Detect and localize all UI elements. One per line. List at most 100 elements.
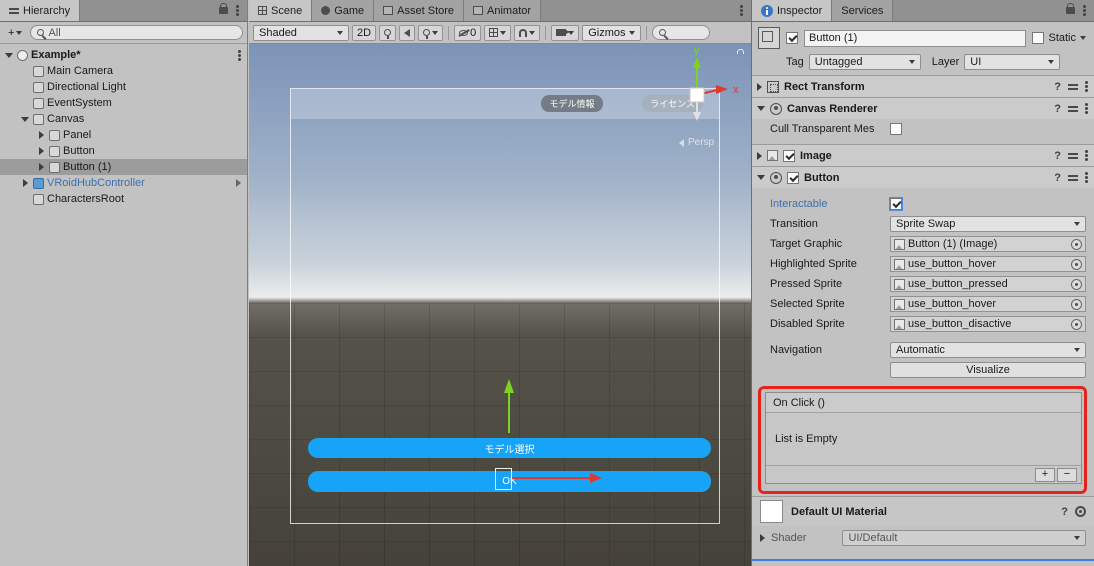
gameobject-3d-icon[interactable] — [758, 27, 780, 49]
shading-mode-dropdown[interactable]: Shaded — [253, 24, 349, 41]
kebab-icon[interactable] — [236, 9, 239, 12]
tab-animator[interactable]: Animator — [464, 0, 542, 21]
shader-dropdown[interactable]: UI/Default — [842, 530, 1086, 546]
hierarchy-item-scene[interactable]: Example* — [0, 47, 247, 63]
navigation-dropdown[interactable]: Automatic — [890, 342, 1086, 358]
highlighted-sprite-field[interactable]: use_button_hover — [890, 256, 1086, 272]
tab-inspector[interactable]: Inspector — [752, 0, 833, 21]
fold-open-icon[interactable] — [757, 106, 765, 111]
kebab-icon[interactable] — [1085, 107, 1088, 110]
remove-event-button[interactable]: − — [1057, 467, 1077, 482]
interactable-checkbox[interactable] — [889, 197, 903, 211]
scene-viewport[interactable]: モデル情報 ライセンス モデル選択 OK y x Persp — [249, 44, 751, 566]
gizmos-dropdown[interactable]: Gizmos — [582, 24, 642, 41]
help-icon[interactable]: ? — [1054, 103, 1061, 115]
lock-icon[interactable] — [1066, 3, 1075, 14]
tag-dropdown[interactable]: Untagged — [808, 54, 921, 70]
hierarchy-item-vroidhubcontroller[interactable]: VRoidHubController — [0, 175, 247, 191]
presets-icon[interactable] — [1068, 104, 1078, 113]
tab-asset-store[interactable]: Asset Store — [374, 0, 465, 21]
fold-open-icon[interactable] — [21, 116, 29, 122]
component-button[interactable]: Button ? — [752, 166, 1094, 188]
kebab-icon[interactable] — [1085, 85, 1088, 88]
hierarchy-item-button-1-selected[interactable]: Button (1) — [0, 159, 247, 175]
transition-dropdown[interactable]: Sprite Swap — [890, 216, 1086, 232]
tab-services[interactable]: Services — [832, 0, 894, 21]
name-field[interactable]: Button (1) — [804, 29, 1027, 47]
gear-icon[interactable] — [1075, 506, 1086, 517]
lighting-toggle[interactable] — [379, 24, 397, 41]
fold-closed-icon[interactable] — [38, 147, 44, 155]
button-enabled-checkbox[interactable] — [787, 171, 799, 184]
object-picker-icon[interactable] — [1071, 298, 1082, 310]
presets-icon[interactable] — [1068, 82, 1078, 91]
help-icon[interactable]: ? — [1061, 506, 1068, 518]
disabled-sprite-field[interactable]: use_button_disactive — [890, 316, 1086, 332]
scene-camera-dropdown[interactable] — [551, 24, 580, 41]
tab-scene[interactable]: Scene — [249, 0, 313, 21]
fold-closed-icon[interactable] — [38, 131, 44, 139]
hierarchy-item-eventsystem[interactable]: EventSystem — [0, 95, 247, 111]
object-picker-icon[interactable] — [1071, 238, 1082, 250]
hierarchy-item-panel[interactable]: Panel — [0, 127, 247, 143]
snap-settings-dropdown[interactable] — [514, 24, 541, 41]
add-event-button[interactable]: + — [1035, 467, 1055, 482]
hierarchy-item-directional-light[interactable]: Directional Light — [0, 79, 247, 95]
material-header[interactable]: Default UI Material ? — [752, 496, 1094, 526]
active-checkbox[interactable] — [786, 32, 798, 44]
help-icon[interactable]: ? — [1054, 172, 1061, 184]
fold-open-icon[interactable] — [5, 52, 13, 58]
help-icon[interactable]: ? — [1054, 150, 1061, 162]
hidden-objects-toggle[interactable]: 0 — [454, 24, 482, 41]
presets-icon[interactable] — [1068, 151, 1078, 160]
lock-icon[interactable] — [219, 3, 228, 14]
perspective-toggle[interactable]: Persp — [679, 137, 714, 148]
component-rect-transform[interactable]: Rect Transform ? — [752, 75, 1094, 97]
tab-hierarchy[interactable]: Hierarchy — [0, 0, 81, 21]
static-checkbox[interactable] — [1032, 32, 1045, 44]
fold-open-icon[interactable] — [757, 175, 765, 180]
kebab-icon[interactable] — [1083, 9, 1086, 12]
hierarchy-item-button[interactable]: Button — [0, 143, 247, 159]
create-button[interactable]: + — [4, 25, 26, 41]
object-picker-icon[interactable] — [1071, 258, 1082, 270]
static-dropdown[interactable]: Static — [1032, 32, 1088, 44]
help-icon[interactable]: ? — [1054, 81, 1061, 93]
fold-closed-icon[interactable] — [38, 163, 44, 171]
kebab-icon[interactable] — [238, 53, 241, 57]
object-picker-icon[interactable] — [1071, 318, 1082, 330]
move-tool-gizmo[interactable] — [489, 374, 619, 504]
fold-closed-icon[interactable] — [757, 151, 762, 160]
scene-search-input[interactable] — [652, 25, 711, 40]
tab-game[interactable]: Game — [312, 0, 375, 21]
effects-dropdown[interactable] — [418, 24, 444, 41]
grid-visibility-dropdown[interactable] — [484, 24, 512, 41]
hierarchy-item-canvas[interactable]: Canvas — [0, 111, 247, 127]
kebab-icon[interactable] — [1085, 176, 1088, 179]
audio-toggle[interactable] — [399, 24, 416, 41]
visualize-button[interactable]: Visualize — [890, 362, 1086, 378]
model-info-button[interactable]: モデル情報 — [541, 95, 603, 112]
target-graphic-field[interactable]: Button (1) (Image) — [890, 236, 1086, 252]
pressed-sprite-field[interactable]: use_button_pressed — [890, 276, 1086, 292]
prefab-open-chevron-icon[interactable] — [236, 179, 241, 187]
prefab-icon — [33, 177, 44, 189]
image-enabled-checkbox[interactable] — [783, 149, 795, 162]
fold-closed-icon[interactable] — [760, 534, 765, 542]
hierarchy-search-input[interactable]: All — [30, 25, 243, 40]
presets-icon[interactable] — [1068, 173, 1078, 182]
layer-dropdown[interactable]: UI — [964, 54, 1061, 70]
2d-toggle[interactable]: 2D — [352, 24, 377, 41]
cull-transparent-checkbox[interactable] — [890, 123, 902, 135]
component-canvas-renderer[interactable]: Canvas Renderer ? — [752, 97, 1094, 119]
kebab-icon[interactable] — [1085, 154, 1088, 157]
fold-closed-icon[interactable] — [22, 179, 28, 187]
hierarchy-item-charactersroot[interactable]: CharactersRoot — [0, 191, 247, 207]
fold-closed-icon[interactable] — [757, 82, 762, 91]
object-picker-icon[interactable] — [1071, 278, 1082, 290]
component-image[interactable]: Image ? — [752, 144, 1094, 166]
selected-sprite-field[interactable]: use_button_hover — [890, 296, 1086, 312]
kebab-icon[interactable] — [740, 9, 743, 12]
search-icon — [659, 29, 667, 36]
hierarchy-item-main-camera[interactable]: Main Camera — [0, 63, 247, 79]
